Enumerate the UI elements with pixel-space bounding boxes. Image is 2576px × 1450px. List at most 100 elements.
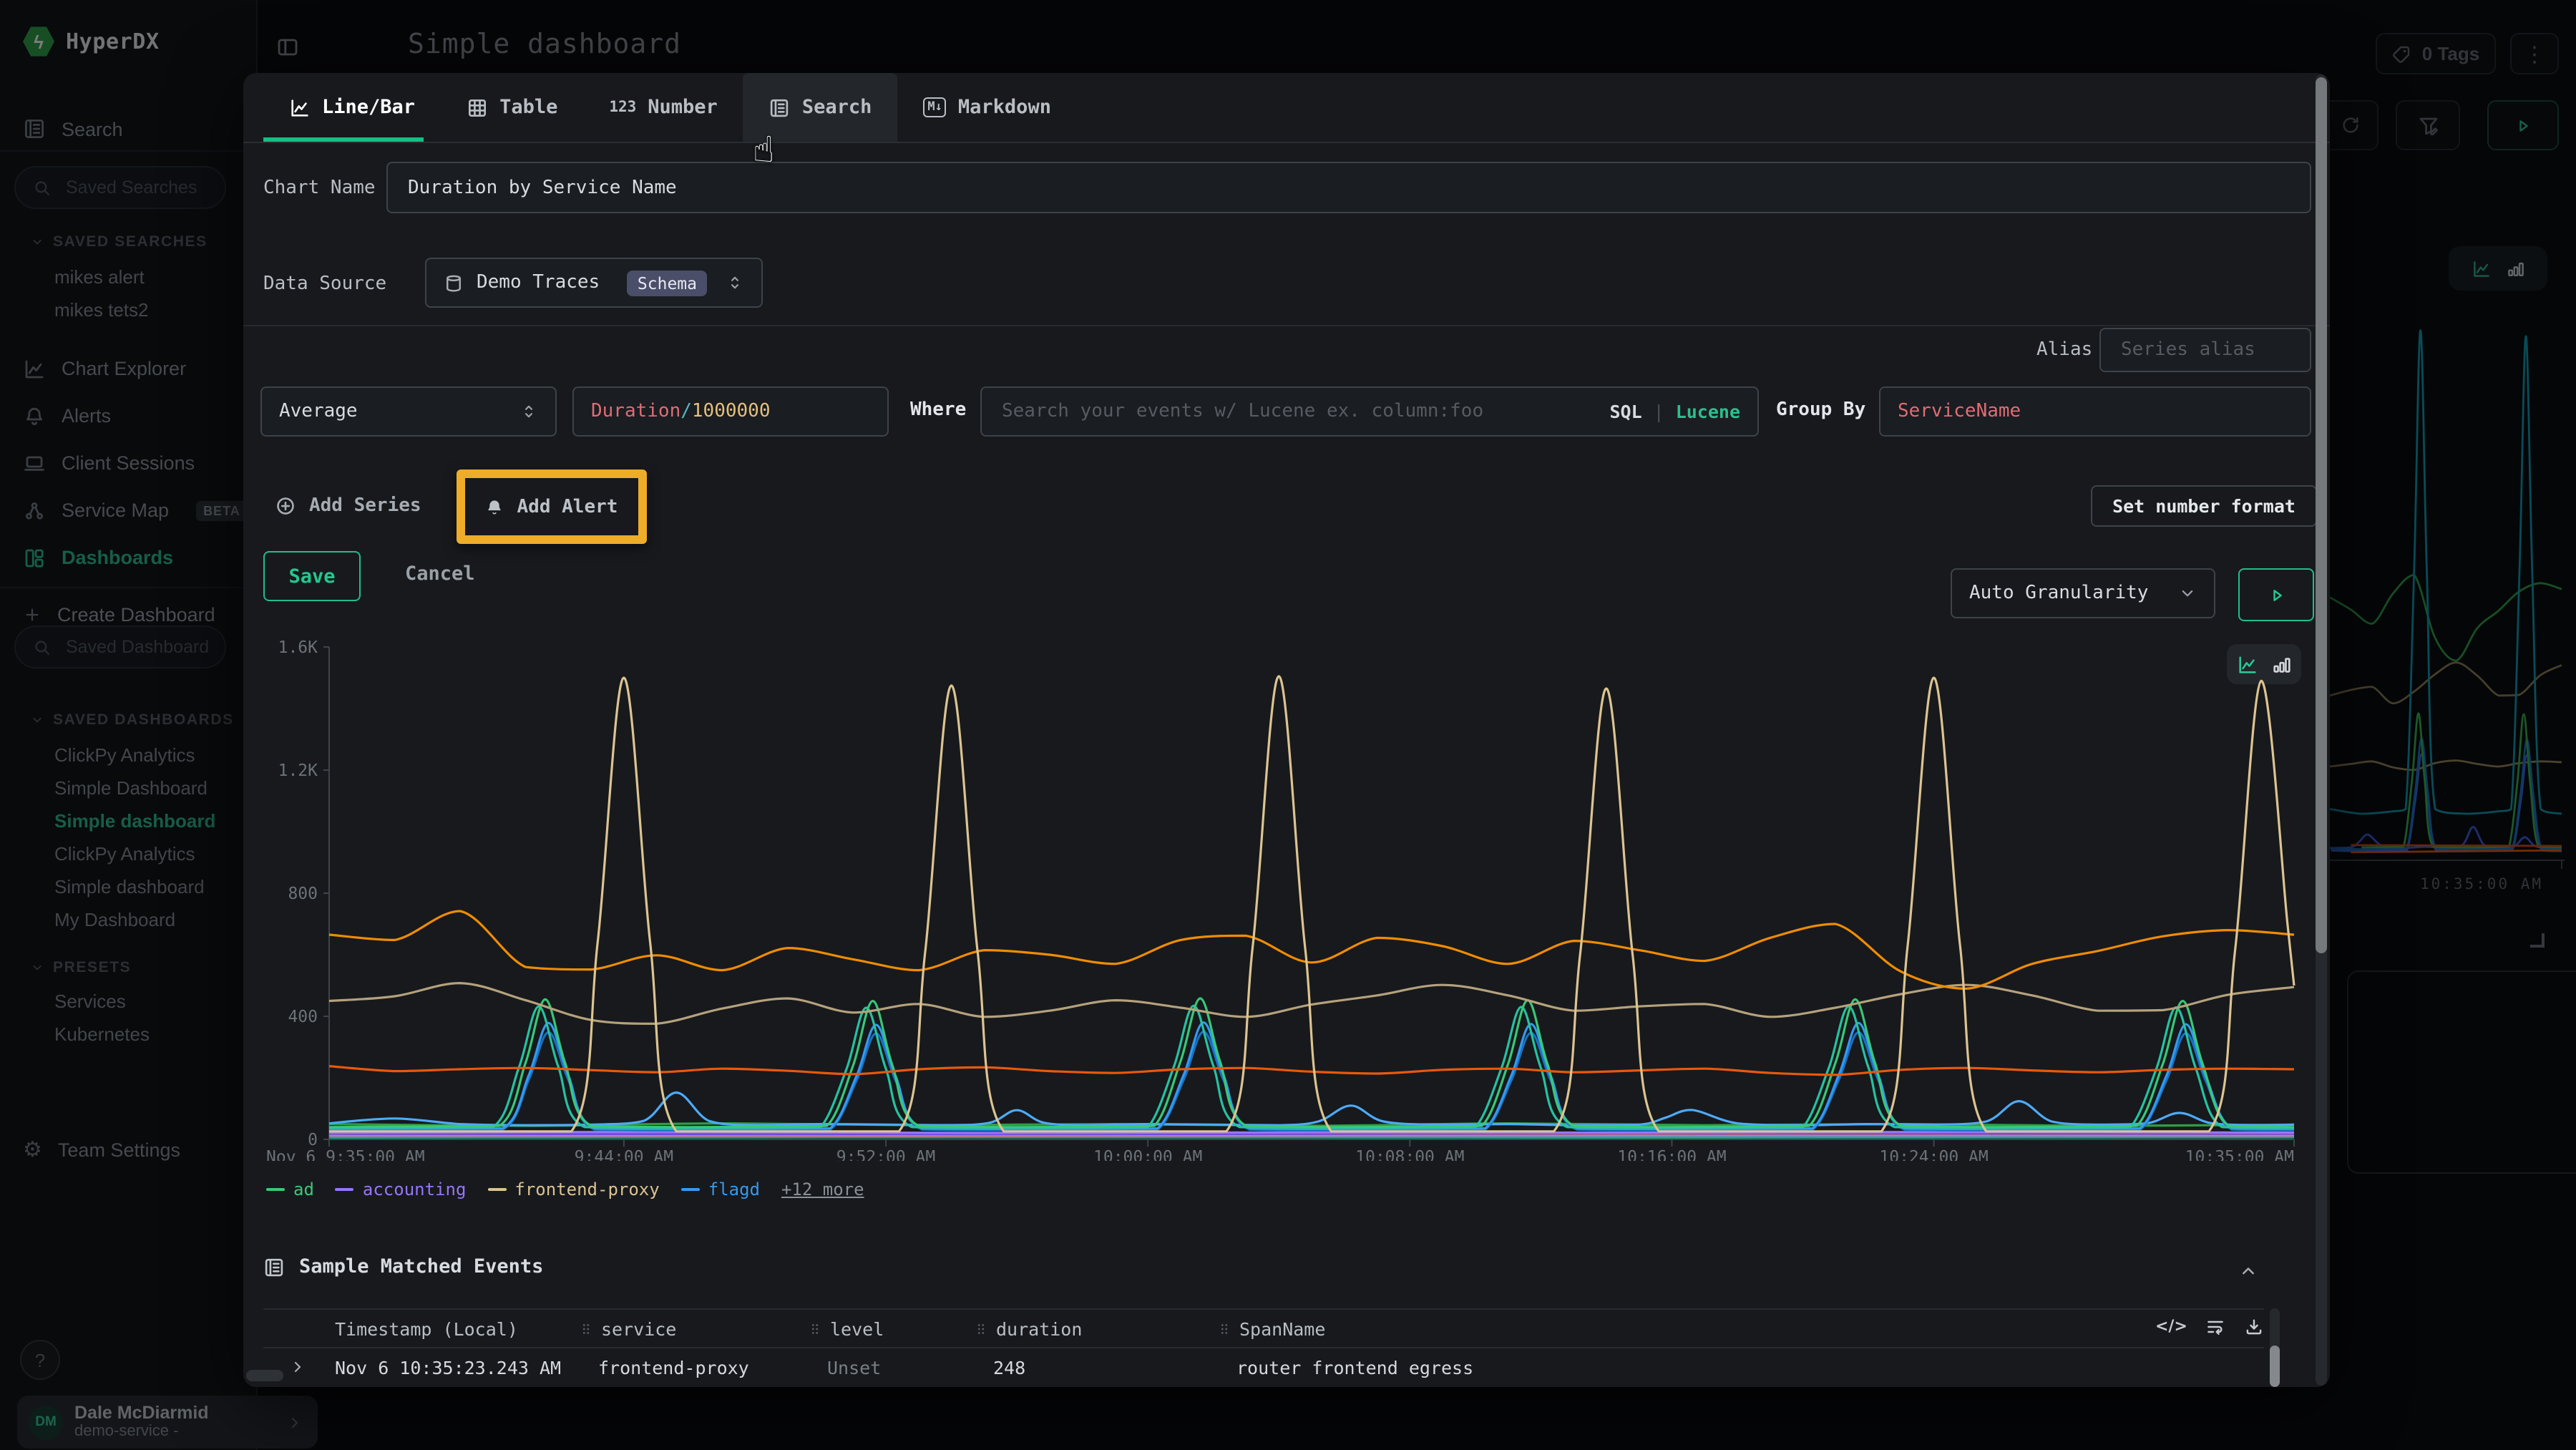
expression-field[interactable]: Duration/1000000 <box>572 386 889 437</box>
cancel-button[interactable]: Cancel <box>405 563 475 585</box>
table-scrollbar[interactable] <box>2270 1308 2280 1387</box>
lang-lucene-button[interactable]: Lucene <box>1676 401 1740 422</box>
svg-text:10:24:00 AM: 10:24:00 AM <box>1879 1148 1988 1161</box>
updown-chevrons-icon <box>519 402 538 421</box>
svg-text:0: 0 <box>308 1131 318 1149</box>
legend-item-accounting[interactable]: accounting <box>336 1179 467 1200</box>
alias-input[interactable] <box>2118 338 2293 362</box>
series-ad <box>329 998 2294 1127</box>
collapse-section-button[interactable] <box>2238 1261 2258 1281</box>
table-icon <box>467 97 488 118</box>
chart-editor-modal: Line/BarTable123NumberSearchM↓Markdown C… <box>243 73 2330 1387</box>
alias-field[interactable] <box>2099 328 2311 372</box>
wrap-text-icon[interactable] <box>2206 1317 2226 1337</box>
group-by-value: ServiceName <box>1898 401 2021 422</box>
data-source-select[interactable]: Demo Traces Schema <box>425 258 763 308</box>
drag-handle-icon[interactable] <box>578 1320 594 1336</box>
where-input[interactable] <box>999 399 1609 424</box>
table-scrollbar-thumb[interactable] <box>2270 1346 2280 1387</box>
table-header-row: Timestamp (Local)serviceleveldurationSpa… <box>263 1308 2264 1348</box>
svg-text:10:00:00 AM: 10:00:00 AM <box>1093 1148 1202 1161</box>
sample-events-table: Timestamp (Local)serviceleveldurationSpa… <box>263 1308 2264 1387</box>
drag-handle-icon[interactable] <box>1216 1320 1232 1336</box>
column-header-timestamp-local-[interactable]: Timestamp (Local) <box>315 1318 567 1339</box>
svg-text:9:44:00 AM: 9:44:00 AM <box>575 1148 673 1161</box>
svg-text:1.2K: 1.2K <box>278 762 318 780</box>
series-recommendation <box>329 1066 2294 1075</box>
table-toolbar: </> <box>2155 1317 2265 1337</box>
markdown-icon: M↓ <box>923 97 947 117</box>
sample-events-header: Sample Matched Events <box>263 1255 543 1278</box>
data-source-label: Data Source <box>263 273 386 295</box>
expression-column: Duration <box>591 401 680 422</box>
logs-icon <box>769 97 791 118</box>
svg-text:9:52:00 AM: 9:52:00 AM <box>836 1148 935 1161</box>
legend-more-button[interactable]: +12 more <box>781 1179 864 1200</box>
column-header-spanname[interactable]: SpanName <box>1205 1318 2264 1339</box>
legend-swatch <box>336 1188 354 1191</box>
where-label: Where <box>910 399 966 421</box>
series-checkout <box>329 1093 2294 1126</box>
code-icon[interactable]: </> <box>2155 1317 2187 1337</box>
column-header-level[interactable]: level <box>796 1318 962 1339</box>
svg-text:1.6K: 1.6K <box>278 638 318 657</box>
add-series-button[interactable]: Add Series <box>275 495 421 517</box>
legend-item-frontend-proxy[interactable]: frontend-proxy <box>487 1179 659 1200</box>
add-alert-button-highlighted[interactable]: Add Alert <box>457 469 647 544</box>
download-icon[interactable] <box>2245 1317 2265 1337</box>
legend-item-ad[interactable]: ad <box>266 1179 314 1200</box>
tab-table[interactable]: Table <box>441 73 583 142</box>
column-header-service[interactable]: service <box>567 1318 796 1339</box>
app-root: ϟ HyperDX Search SAVED SEARCHES mikes al… <box>0 0 2576 1450</box>
svg-text:800: 800 <box>288 885 318 903</box>
series-load-generator <box>329 911 2294 988</box>
legend-swatch <box>266 1188 285 1191</box>
chart-icon <box>289 97 311 118</box>
database-icon <box>444 273 464 293</box>
column-header-duration[interactable]: duration <box>962 1318 1205 1339</box>
duration-by-service-chart[interactable]: 04008001.2K1.6KNov 6 9:35:00 AM9:44:00 A… <box>243 628 2316 1161</box>
plus-circle-icon <box>275 495 296 517</box>
legend-swatch <box>487 1188 506 1191</box>
legend-swatch <box>681 1188 700 1191</box>
aggregation-value: Average <box>279 401 358 422</box>
chart-name-input[interactable] <box>405 175 2293 200</box>
mouse-cursor: ☝ <box>753 129 774 170</box>
tab-number[interactable]: 123Number <box>583 73 743 142</box>
updown-chevrons-icon <box>726 273 744 292</box>
svg-text:10:08:00 AM: 10:08:00 AM <box>1355 1148 1464 1161</box>
series-frontend-proxy <box>329 676 2294 1132</box>
table-row[interactable]: Nov 6 10:35:23.243 AMfrontend-proxyUnset… <box>263 1348 2264 1386</box>
tab-markdown[interactable]: M↓Markdown <box>897 73 1077 142</box>
table-row[interactable]: Nov 6 10:35:23.243 AMfrontend-proxyUnset… <box>263 1386 2264 1387</box>
chevron-down-icon <box>2178 584 2197 603</box>
drag-handle-icon[interactable] <box>807 1320 823 1336</box>
drag-handle-icon[interactable] <box>973 1320 989 1336</box>
expression-operator: / <box>680 401 692 422</box>
granularity-select[interactable]: Auto Granularity <box>1951 568 2215 618</box>
set-number-format-button[interactable]: Set number format <box>2091 485 2317 527</box>
section-divider <box>243 325 2330 326</box>
chart-name-label: Chart Name <box>263 177 376 199</box>
group-by-field[interactable]: ServiceName <box>1879 386 2311 437</box>
granularity-value: Auto Granularity <box>1969 583 2148 604</box>
save-button[interactable]: Save <box>263 551 361 601</box>
where-field[interactable]: SQL | Lucene <box>980 386 1759 437</box>
chart-legend: ad accounting frontend-proxy flagd +12 more <box>266 1179 864 1200</box>
lang-sql-button[interactable]: SQL <box>1609 401 1641 422</box>
aggregation-select[interactable]: Average <box>260 386 557 437</box>
list-icon <box>263 1256 285 1278</box>
table-hscrollbar-thumb[interactable] <box>246 1370 283 1381</box>
series-frontend <box>329 983 2294 1024</box>
play-icon <box>2266 585 2286 605</box>
svg-text:10:16:00 AM: 10:16:00 AM <box>1617 1148 1726 1161</box>
legend-item-flagd[interactable]: flagd <box>681 1179 760 1200</box>
tab-line-bar[interactable]: Line/Bar <box>263 73 441 142</box>
modal-scrollbar-thumb[interactable] <box>2316 77 2327 953</box>
svg-text:10:35:00 AM: 10:35:00 AM <box>2185 1148 2294 1161</box>
chart-name-field[interactable] <box>386 162 2311 213</box>
chart-type-tabs: Line/BarTable123NumberSearchM↓Markdown <box>243 73 2330 143</box>
run-chart-button[interactable] <box>2238 568 2314 621</box>
alias-label: Alias <box>2036 339 2092 361</box>
modal-scrollbar[interactable] <box>2316 74 2327 1386</box>
